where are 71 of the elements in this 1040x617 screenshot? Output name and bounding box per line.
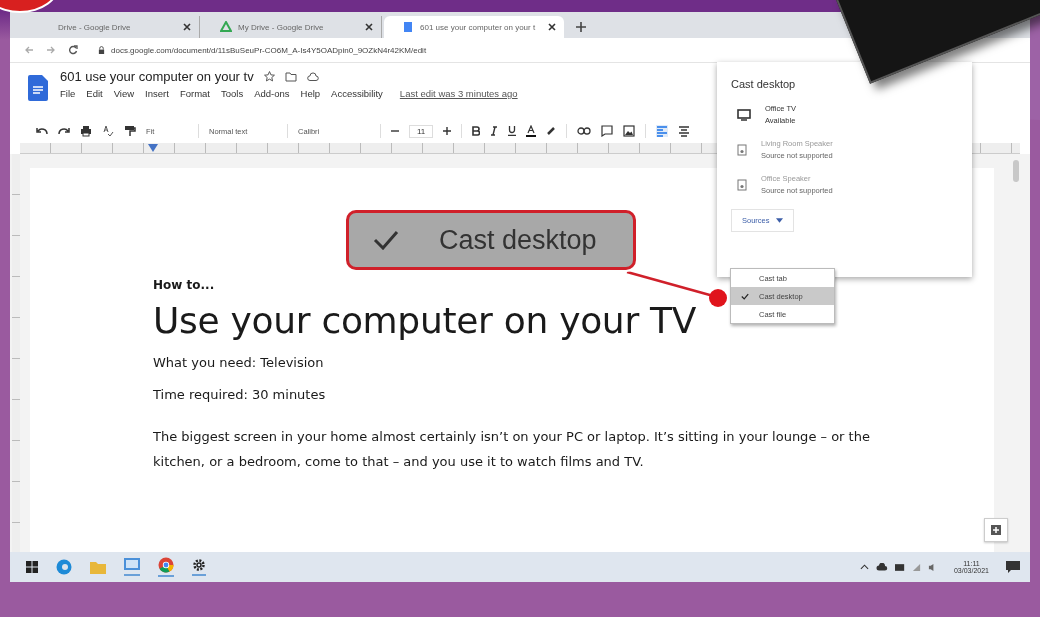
battery-icon[interactable]	[894, 563, 905, 571]
plus-icon[interactable]	[576, 22, 586, 32]
address-field[interactable]: docs.google.com/document/d/11sBuSeuPr-CO6M_A-Is4Y5OADpin0_9OZkN4r42KM/edit	[90, 41, 1030, 59]
browser-tab[interactable]: 601 use your computer on your t	[384, 16, 564, 38]
image-icon[interactable]	[623, 125, 636, 137]
lock-icon	[98, 45, 105, 55]
menu-item[interactable]: File	[60, 88, 76, 99]
menu-item[interactable]: Tools	[220, 88, 244, 99]
comment-icon[interactable]	[601, 125, 614, 137]
spellcheck-icon[interactable]	[102, 125, 114, 137]
document-kicker: How to...	[153, 278, 215, 292]
star-icon[interactable]	[263, 71, 275, 82]
italic-icon[interactable]	[490, 126, 499, 136]
undo-icon[interactable]	[36, 127, 48, 135]
align-center-icon[interactable]	[678, 125, 691, 137]
paint-format-icon[interactable]	[124, 125, 136, 137]
font-size-field[interactable]: 11	[409, 124, 434, 138]
bold-icon[interactable]	[472, 126, 481, 136]
speaker-icon	[737, 178, 747, 191]
chrome-icon[interactable]	[158, 557, 174, 577]
folder-icon[interactable]	[284, 71, 297, 82]
cast-panel-title: Cast desktop	[731, 78, 797, 90]
menu-item[interactable]: View	[113, 88, 135, 99]
cloud-icon[interactable]	[875, 563, 888, 571]
document-text: Time required: 30 minutes	[153, 387, 326, 402]
plus-square-icon	[991, 525, 1001, 535]
document-icon[interactable]	[28, 75, 48, 101]
explore-button[interactable]	[984, 518, 1008, 542]
document-icon	[402, 21, 414, 33]
checkmark-icon	[741, 292, 749, 300]
menu-item[interactable]: Accessibility	[331, 88, 383, 99]
close-icon[interactable]	[183, 23, 191, 31]
tv-icon	[737, 108, 751, 121]
window-icon[interactable]	[124, 558, 140, 576]
close-icon[interactable]	[548, 23, 556, 31]
document-text: What you need: Television	[153, 355, 324, 370]
align-left-icon[interactable]	[656, 125, 669, 137]
notification-icon[interactable]	[1006, 561, 1020, 573]
print-icon[interactable]	[80, 125, 92, 137]
scrollbar[interactable]	[1013, 160, 1019, 182]
menu-item[interactable]: Edit	[86, 88, 103, 99]
browser-icon[interactable]	[56, 559, 72, 575]
last-edit-link[interactable]: Last edit was 3 minutes ago	[399, 88, 518, 99]
caret-icon	[775, 218, 783, 223]
speaker-icon	[737, 143, 747, 156]
menu-item[interactable]: Add-ons	[254, 88, 290, 99]
document-paragraph: The biggest screen in your home almost certainly isn’t on your PC or laptop. It’s sitting in your lounge – or the kitchen, or a bedroom, come to that – and you use it to watch films and TV.	[153, 428, 871, 471]
windows-logo-icon[interactable]	[26, 561, 38, 573]
redo-icon[interactable]	[58, 127, 70, 135]
menu-item[interactable]: Insert	[145, 88, 169, 99]
plus-icon[interactable]	[443, 127, 452, 135]
highlighter-icon[interactable]	[546, 126, 557, 136]
indent-marker-icon[interactable]	[148, 144, 158, 152]
callout-label: Cast desktop	[346, 210, 636, 270]
menu-item[interactable]: Format	[179, 88, 210, 99]
menu-item[interactable]: Help	[300, 88, 321, 99]
browser-tab[interactable]: Drive - Google Drive	[50, 16, 200, 38]
browser-tab[interactable]: My Drive - Google Drive	[202, 16, 382, 38]
checkmark-icon	[373, 230, 399, 250]
reload-icon[interactable]	[68, 45, 78, 55]
triangle-icon	[220, 21, 232, 33]
document-heading: Use your computer on your TV	[153, 300, 697, 341]
text-color-icon[interactable]	[526, 125, 537, 137]
close-icon[interactable]	[365, 23, 373, 31]
link-icon[interactable]	[577, 127, 592, 135]
cloud-icon[interactable]	[306, 71, 319, 82]
minus-icon[interactable]	[391, 127, 399, 135]
document-title[interactable]: 601 use your computer on your tv	[60, 69, 254, 84]
caret-up-icon[interactable]	[859, 564, 869, 570]
underline-icon[interactable]	[508, 126, 517, 136]
gear-icon[interactable]	[192, 558, 206, 576]
